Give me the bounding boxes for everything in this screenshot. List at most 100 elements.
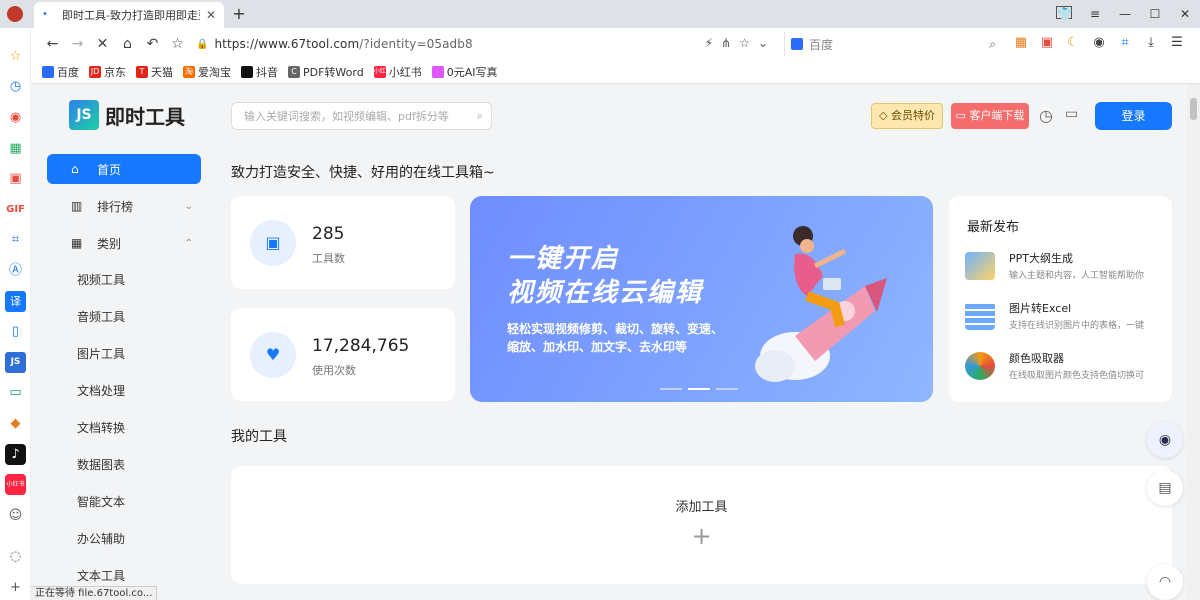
star-icon[interactable]: ☆: [165, 36, 190, 52]
minimize-button[interactable]: —: [1110, 7, 1140, 21]
menu-item-label: 类别: [97, 236, 122, 251]
menu-item-ranking[interactable]: ▥ 排行榜 ⌄: [47, 191, 201, 221]
clock-icon[interactable]: ◷: [5, 76, 26, 97]
search-icon[interactable]: ⌕: [477, 109, 483, 123]
new-tab-button[interactable]: +: [230, 4, 248, 23]
pdf-sidebar-icon[interactable]: ▣: [5, 168, 26, 189]
category-video[interactable]: 视频工具: [47, 265, 201, 295]
tiktok-icon[interactable]: ♪: [5, 444, 26, 465]
bookmark-pdf-word[interactable]: C PDF转Word: [288, 64, 364, 80]
url-field[interactable]: 🔒 https://www.67tool.com/?identity=05adb…: [196, 32, 774, 56]
maximize-button[interactable]: ☐: [1140, 7, 1170, 21]
bookmark-xiaohongshu[interactable]: 小红书 小红书: [373, 64, 422, 80]
forward-button[interactable]: →: [65, 36, 90, 52]
crop-sidebar-icon[interactable]: ⌗: [5, 229, 26, 250]
category-doc-processing[interactable]: 文档处理: [47, 376, 201, 406]
bookmark-label: 小红书: [388, 65, 422, 79]
promo-banner[interactable]: 一键开启 视频在线云编辑 轻松实现视频修剪、裁切、旋转、变速、缩放、加水印、加文…: [470, 196, 933, 402]
menu-item-category[interactable]: ▦ 类别 ⌃: [47, 228, 201, 258]
robot-icon[interactable]: ◉: [1090, 34, 1108, 52]
xiaohongshu-icon: 小红书: [373, 65, 392, 78]
stat-label: 工具数: [312, 252, 345, 265]
bookmark-aitaobao[interactable]: 淘爱淘宝: [183, 64, 231, 80]
carousel-dot[interactable]: [660, 388, 682, 390]
monitor-icon[interactable]: ▭: [5, 382, 26, 403]
site-logo[interactable]: JS 即时工具: [69, 100, 185, 130]
add-icon[interactable]: +: [231, 522, 1172, 550]
moon-icon[interactable]: ☾: [1064, 34, 1082, 52]
gif-icon[interactable]: GIF: [5, 199, 26, 220]
newest-item-color-picker[interactable]: 颜色吸取器 在线吸取图片颜色支持色值切换可: [965, 348, 1165, 384]
browser-tab[interactable]: • 即时工具-致力打造即用即走型在 ✕: [34, 2, 224, 28]
profile-avatar[interactable]: [7, 6, 23, 22]
category-data-chart[interactable]: 数据图表: [47, 450, 201, 480]
url-text[interactable]: https://www.67tool.com/?identity=05adb8: [214, 37, 472, 51]
lightning-icon[interactable]: ⚡: [705, 36, 713, 50]
category-doc-convert[interactable]: 文档转换: [47, 413, 201, 443]
game-icon[interactable]: ◆: [5, 413, 26, 434]
bookmark-ai-photo[interactable]: 0元AI写真: [431, 64, 498, 80]
add-tool-card[interactable]: 添加工具 +: [231, 466, 1172, 584]
favorites-star-icon[interactable]: ☆: [5, 46, 26, 67]
ai-assistant-icon[interactable]: ◉: [1147, 422, 1183, 458]
xiaohongshu-sidebar-icon[interactable]: 小红书: [5, 474, 26, 495]
headset-icon[interactable]: ◠: [1147, 564, 1183, 600]
undo-icon[interactable]: ↶: [140, 36, 165, 52]
bookmark-star-icon[interactable]: ☆: [739, 36, 750, 50]
vip-offer-button[interactable]: ◇ 会员特价: [871, 103, 943, 129]
stat-card-tools: ▣ 285 工具数: [231, 196, 455, 289]
phone-icon[interactable]: ▯: [5, 321, 26, 342]
add-sidebar-icon[interactable]: +: [5, 577, 26, 598]
chevron-down-icon[interactable]: ⌄: [758, 36, 768, 50]
newest-item-name: 颜色吸取器: [1009, 352, 1064, 365]
close-window-button[interactable]: ✕: [1170, 7, 1200, 21]
share-icon[interactable]: ⋔: [721, 36, 731, 50]
pdf-word-icon: C: [288, 65, 300, 78]
menu-more-icon[interactable]: ☰: [1168, 34, 1186, 52]
lightbulb-icon[interactable]: ◌: [5, 546, 26, 567]
crop-icon[interactable]: ⌗: [1116, 34, 1134, 52]
menu-icon[interactable]: ≡: [1080, 7, 1110, 21]
text-scan-icon[interactable]: Ⓐ: [5, 260, 26, 281]
newest-panel: 最新发布 PPT大纲生成 输入主题和内容，人工智能帮助你 图片转Excel 支持…: [949, 196, 1172, 402]
newest-item-ppt[interactable]: PPT大纲生成 输入主题和内容，人工智能帮助你: [965, 248, 1165, 284]
newest-item-excel[interactable]: 图片转Excel 支持在线识别图片中的表格，一键: [965, 298, 1165, 334]
js-tool-icon[interactable]: JS: [5, 352, 26, 373]
history-icon[interactable]: ◷: [1039, 106, 1053, 125]
translate-icon[interactable]: 译: [5, 291, 26, 312]
carousel-dot[interactable]: [716, 388, 738, 390]
bookmark-jd[interactable]: JD 京东: [89, 64, 126, 80]
bookmark-douyin[interactable]: 抖音: [241, 64, 278, 80]
home-icon[interactable]: ⌂: [115, 36, 140, 52]
close-tab-icon[interactable]: ✕: [206, 8, 216, 22]
ppt-icon: [965, 252, 995, 280]
message-icon[interactable]: ▭: [1065, 106, 1078, 122]
category-audio[interactable]: 音频工具: [47, 302, 201, 332]
category-image[interactable]: 图片工具: [47, 339, 201, 369]
bookmark-tmall[interactable]: T 天猫: [136, 64, 173, 80]
download-icon[interactable]: ⤓: [1142, 34, 1160, 52]
search-icon[interactable]: ⌕: [989, 37, 996, 52]
apps-grid-icon[interactable]: ▦: [5, 138, 26, 159]
category-office[interactable]: 办公辅助: [47, 524, 201, 554]
menu-item-home[interactable]: ⌂ 首页: [47, 154, 201, 184]
apps-icon[interactable]: ▦: [1012, 34, 1030, 52]
user-avatar-icon[interactable]: ☺: [5, 505, 26, 526]
lock-icon[interactable]: 🔒: [196, 39, 208, 50]
record-icon[interactable]: ◉: [5, 107, 26, 128]
clipboard-icon[interactable]: ▤: [1147, 470, 1183, 506]
stop-button[interactable]: ✕: [90, 36, 115, 52]
scrollbar-thumb[interactable]: [1190, 98, 1197, 120]
shirt-icon[interactable]: 👕: [1050, 7, 1080, 21]
client-download-button[interactable]: ▭ 客户端下载: [951, 103, 1029, 129]
bookmark-label: 百度: [57, 65, 79, 79]
browser-search-field[interactable]: 百度 ⌕: [784, 32, 1002, 56]
login-button[interactable]: 登录: [1095, 102, 1172, 130]
page-scrollbar[interactable]: [1187, 84, 1200, 600]
category-smart-text[interactable]: 智能文本: [47, 487, 201, 517]
pdf-icon[interactable]: ▣: [1038, 34, 1056, 52]
back-button[interactable]: ←: [40, 36, 65, 52]
site-search-input[interactable]: 输入关键词搜索，如视频编辑、pdf拆分等 ⌕: [231, 102, 492, 130]
bookmark-baidu[interactable]: 百度: [42, 64, 79, 80]
carousel-dot-active[interactable]: [688, 388, 710, 390]
